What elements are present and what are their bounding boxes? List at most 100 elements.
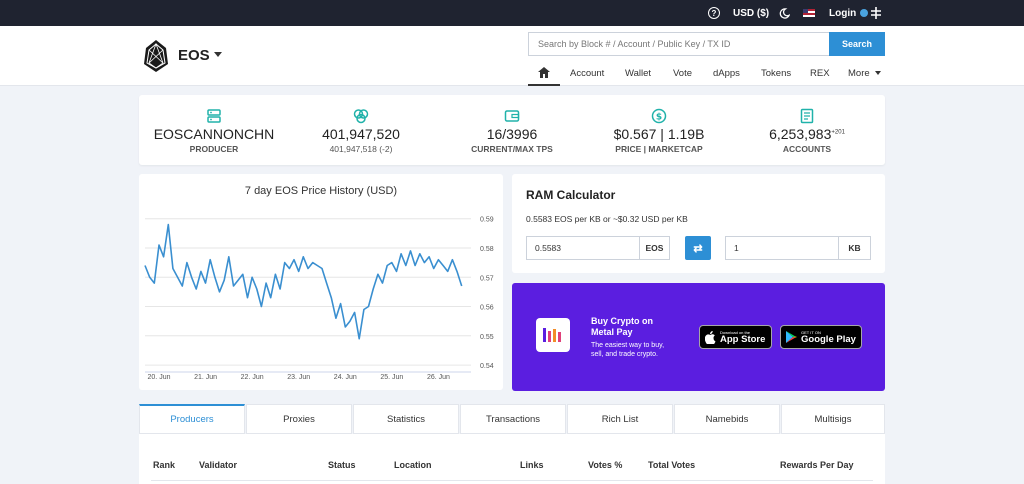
top-bar: ? USD ($) Login <box>0 0 1024 26</box>
y-tick-label: 0.54 <box>480 363 494 370</box>
dark-mode-icon[interactable] <box>779 0 790 26</box>
producer-tabs: Producers Proxies Statistics Transaction… <box>139 404 885 434</box>
flag-icon[interactable] <box>803 0 815 26</box>
search-input[interactable] <box>528 32 830 56</box>
stat-price: $ $0.567 | 1.19B PRICE | MARKETCAP <box>584 95 734 165</box>
tab-statistics[interactable]: Statistics <box>353 404 459 434</box>
column-links[interactable]: Links <box>520 460 544 470</box>
header: EOS Search Account Wallet Vote dApps Tok… <box>0 26 1024 86</box>
nav-vote[interactable]: Vote <box>673 60 692 86</box>
y-tick-label: 0.55 <box>480 334 494 341</box>
app-store-button[interactable]: Download on the App Store <box>699 325 772 349</box>
login-link[interactable]: Login <box>829 0 869 26</box>
tab-transactions[interactable]: Transactions <box>460 404 566 434</box>
eos-logo-icon[interactable] <box>143 39 169 73</box>
price-chart[interactable]: 0.54 0.55 0.56 0.57 0.58 0.59 20. Jun 21. Jun 22… <box>139 174 503 390</box>
y-tick-label: 0.56 <box>480 305 494 312</box>
x-tick-label: 20. Jun <box>148 374 171 381</box>
x-tick-label: 26. Jun <box>427 374 450 381</box>
column-status[interactable]: Status <box>328 460 356 470</box>
price-chart-card: 7 day EOS Price History (USD) 0.54 0.55 0.… <box>139 174 503 390</box>
network-name[interactable]: EOS <box>178 47 210 64</box>
x-tick-label: 22. Jun <box>241 374 264 381</box>
price-value: $0.567 | 1.19B <box>613 126 705 142</box>
x-tick-label: 24. Jun <box>334 374 357 381</box>
promo-text: The easiest way to buy, sell, and trade … <box>591 342 665 358</box>
google-play-big: Google Play <box>801 333 856 345</box>
nav-rex[interactable]: REX <box>810 60 830 86</box>
stat-tps: 16/3996 CURRENT/MAX TPS <box>437 95 587 165</box>
app-store-big: App Store <box>720 333 766 345</box>
ram-rate: 0.5583 EOS per KB or ~$0.32 USD per KB <box>526 214 688 224</box>
stat-blocks[interactable]: 401,947,520 401,947,518 (-2) <box>286 95 436 165</box>
accounts-count: 6,253,983 <box>769 126 832 142</box>
tab-producers[interactable]: Producers <box>139 404 245 434</box>
svg-text:$: $ <box>656 113 662 123</box>
eos-amount-input[interactable]: 0.5583 <box>526 236 640 260</box>
producers-table: Rank Validator Status Location Links Vot… <box>139 434 885 484</box>
blocks-icon <box>353 109 369 124</box>
kb-unit-label: KB <box>838 236 871 260</box>
y-tick-label: 0.58 <box>480 246 494 253</box>
google-play-button[interactable]: GET IT ON Google Play <box>780 325 862 349</box>
column-rewards-per-day[interactable]: Rewards Per Day <box>780 460 854 470</box>
column-total-votes[interactable]: Total Votes <box>648 460 695 470</box>
nav-more-label: More <box>848 67 870 79</box>
tab-multisigs[interactable]: Multisigs <box>781 404 885 434</box>
x-tick-label: 25. Jun <box>380 374 403 381</box>
swap-icon[interactable]: ⇄ <box>685 236 711 260</box>
kb-amount-input[interactable]: 1 <box>725 236 839 260</box>
tps-value: 16/3996 <box>486 126 538 142</box>
tab-namebids[interactable]: Namebids <box>674 404 780 434</box>
block-height-value[interactable]: 401,947,520 <box>286 126 436 142</box>
dollar-icon: $ <box>651 108 667 124</box>
scatter-icon <box>860 9 869 17</box>
search-button[interactable]: Search <box>829 32 885 56</box>
eos-unit-label: EOS <box>639 236 670 260</box>
producer-label: PRODUCER <box>189 144 239 154</box>
producer-value[interactable]: EOSCANNONCHN <box>139 126 289 142</box>
stat-producer[interactable]: EOSCANNONCHN PRODUCER <box>139 95 289 165</box>
nav-more[interactable]: More <box>848 60 881 86</box>
wallet-icon <box>504 110 520 122</box>
stat-accounts: 6,253,983+201 ACCOUNTS <box>732 95 882 165</box>
header-divider <box>151 480 873 481</box>
accounts-icon <box>800 108 814 124</box>
column-location[interactable]: Location <box>394 460 432 470</box>
server-icon <box>207 109 221 123</box>
block-irreversible-value: 401,947,518 (-2) <box>329 144 393 154</box>
accounts-value: 6,253,983+201 <box>732 126 882 142</box>
x-tick-label: 21. Jun <box>194 374 217 381</box>
metal-pay-banner[interactable]: Buy Crypto on Metal Pay The easiest way … <box>512 283 885 391</box>
nav-dapps[interactable]: dApps <box>713 60 740 86</box>
tab-rich-list[interactable]: Rich List <box>567 404 673 434</box>
nav-tokens[interactable]: Tokens <box>761 60 791 86</box>
chevron-down-icon <box>874 71 881 75</box>
ram-calculator: RAM Calculator 0.5583 EOS per KB or ~$0.… <box>512 174 885 273</box>
tab-proxies[interactable]: Proxies <box>246 404 352 434</box>
login-label: Login <box>829 7 857 19</box>
help-icon[interactable]: ? <box>708 0 720 26</box>
nav-account[interactable]: Account <box>570 60 604 86</box>
stats-panel: EOSCANNONCHN PRODUCER 401,947,520 401,94… <box>139 95 885 165</box>
tps-label: CURRENT/MAX TPS <box>471 144 553 154</box>
price-label: PRICE | MARKETCAP <box>615 144 703 154</box>
currency-selector[interactable]: USD ($) <box>733 0 769 26</box>
y-tick-label: 0.59 <box>480 217 494 224</box>
chevron-down-icon[interactable] <box>214 52 222 57</box>
signal-icon[interactable] <box>870 0 882 26</box>
column-votes-percent[interactable]: Votes % <box>588 460 622 470</box>
home-icon[interactable] <box>528 60 560 86</box>
column-validator[interactable]: Validator <box>199 460 237 470</box>
apple-icon <box>705 330 716 344</box>
play-store-icon <box>786 331 797 343</box>
nav-wallet[interactable]: Wallet <box>625 60 651 86</box>
column-rank[interactable]: Rank <box>153 460 175 470</box>
accounts-label: ACCOUNTS <box>782 144 832 154</box>
metal-pay-logo-icon <box>536 318 570 352</box>
x-tick-label: 23. Jun <box>287 374 310 381</box>
price-series-line <box>144 223 463 340</box>
promo-title: Buy Crypto on Metal Pay <box>591 316 653 337</box>
accounts-delta: +201 <box>831 129 845 136</box>
y-tick-label: 0.57 <box>480 275 494 282</box>
